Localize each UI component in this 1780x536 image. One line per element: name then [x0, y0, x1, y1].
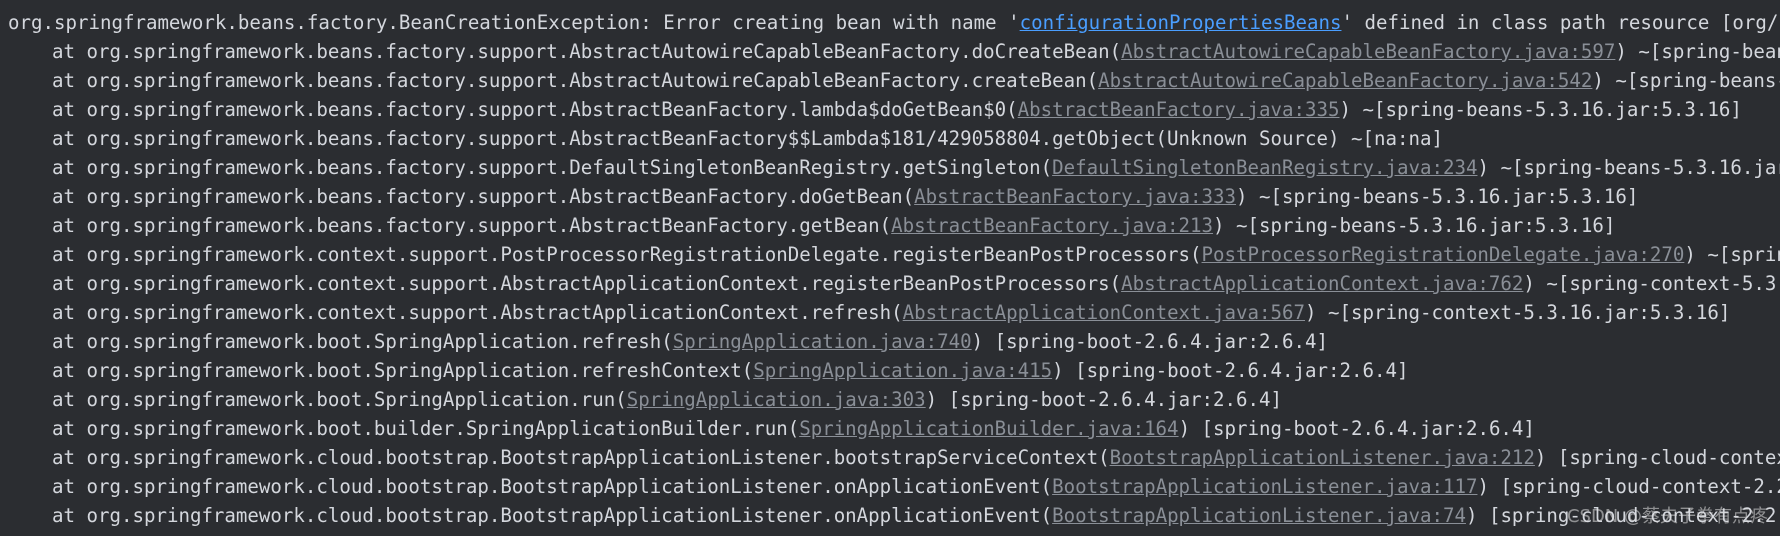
frame-tail: ) ~[spring-beans-5.3.16.jar:5.3.1: [1477, 156, 1780, 179]
frame-method: at org.springframework.boot.SpringApplic…: [52, 388, 627, 411]
source-link[interactable]: AbstractBeanFactory.java:335: [1018, 98, 1340, 121]
exception-header: org.springframework.beans.factory.BeanCr…: [8, 8, 1780, 37]
frame-method: at org.springframework.boot.SpringApplic…: [52, 330, 673, 353]
frame-method: at org.springframework.beans.factory.sup…: [52, 127, 1443, 150]
source-link[interactable]: BootstrapApplicationListener.java:212: [1110, 446, 1535, 469]
source-link[interactable]: SpringApplicationBuilder.java:164: [799, 417, 1178, 440]
frame-tail: ) ~[spring-cont: [1684, 243, 1780, 266]
csdn-watermark: CSDN @蔡夫子拳有点疼: [1566, 506, 1768, 527]
frame-method: at org.springframework.context.support.P…: [52, 243, 1202, 266]
frame-method: at org.springframework.boot.builder.Spri…: [52, 417, 800, 440]
frame-method: at org.springframework.context.support.A…: [52, 301, 903, 324]
stack-frame: at org.springframework.cloud.bootstrap.B…: [8, 501, 1780, 530]
source-link[interactable]: DefaultSingletonBeanRegistry.java:234: [1052, 156, 1477, 179]
source-link[interactable]: BootstrapApplicationListener.java:74: [1052, 504, 1466, 527]
source-link[interactable]: SpringApplication.java:740: [673, 330, 972, 353]
stack-frame: at org.springframework.beans.factory.sup…: [8, 66, 1780, 95]
console-output: org.springframework.beans.factory.BeanCr…: [0, 0, 1780, 536]
stack-frame: at org.springframework.boot.SpringApplic…: [8, 327, 1328, 356]
frame-method: at org.springframework.beans.factory.sup…: [52, 40, 1122, 63]
frame-tail: ) ~[spring-beans-5.3.16.jar:5.3.16]: [1213, 214, 1616, 237]
frame-tail: ) [spring-boot-2.6.4.jar:2.6.4]: [1178, 417, 1535, 440]
source-link[interactable]: AbstractAutowireCapableBeanFactory.java:…: [1121, 40, 1615, 63]
exception-message: org.springframework.beans.factory.BeanCr…: [8, 11, 1020, 34]
frame-tail: ) ~[spring-context-5.3.16.jar:5.3.16]: [1305, 301, 1731, 324]
frame-method: at org.springframework.beans.factory.sup…: [52, 98, 1018, 121]
frame-method: at org.springframework.cloud.bootstrap.B…: [52, 446, 1110, 469]
frame-tail: ) [spring-boot-2.6.4.jar:2.6.4]: [971, 330, 1329, 353]
source-link[interactable]: AbstractBeanFactory.java:213: [891, 214, 1213, 237]
source-link[interactable]: AbstractApplicationContext.java:567: [903, 301, 1305, 324]
stack-frame: at org.springframework.beans.factory.sup…: [8, 211, 1615, 240]
frame-method: at org.springframework.beans.factory.sup…: [52, 69, 1099, 92]
bean-name-link[interactable]: configurationPropertiesBeans: [1020, 11, 1342, 34]
frame-tail: ) ~[spring-beans-5.3.16.jar:5.3.16]: [1236, 185, 1639, 208]
frame-tail: ) [spring-boot-2.6.4.jar:2.6.4]: [1052, 359, 1409, 382]
stack-frame: at org.springframework.context.support.A…: [8, 269, 1780, 298]
frame-method: at org.springframework.context.support.A…: [52, 272, 1122, 295]
stack-frame: at org.springframework.beans.factory.sup…: [8, 182, 1638, 211]
source-link[interactable]: AbstractBeanFactory.java:333: [914, 185, 1236, 208]
stack-frame: at org.springframework.boot.SpringApplic…: [8, 385, 1282, 414]
source-link[interactable]: SpringApplication.java:415: [753, 359, 1052, 382]
frame-tail: ) [spring-cloud-context-2.2.: [1534, 446, 1780, 469]
frame-tail: ) [spring-boot-2.6.4.jar:2.6.4]: [925, 388, 1283, 411]
frame-method: at org.springframework.cloud.bootstrap.B…: [52, 475, 1053, 498]
frame-method: at org.springframework.cloud.bootstrap.B…: [52, 504, 1053, 527]
stack-frame: at org.springframework.boot.builder.Spri…: [8, 414, 1535, 443]
source-link[interactable]: BootstrapApplicationListener.java:117: [1052, 475, 1477, 498]
source-link[interactable]: SpringApplication.java:303: [627, 388, 926, 411]
stack-frame: at org.springframework.beans.factory.sup…: [8, 124, 1443, 153]
frame-method: at org.springframework.boot.SpringApplic…: [52, 359, 754, 382]
exception-message-suffix: ' defined in class path resource [org/sp…: [1341, 11, 1780, 34]
frame-method: at org.springframework.beans.factory.sup…: [52, 185, 915, 208]
frame-tail: ) ~[spring-beans-5.3.16.jar:5.3.16]: [1339, 98, 1742, 121]
stack-frame: at org.springframework.beans.factory.sup…: [8, 95, 1742, 124]
stack-frame: at org.springframework.beans.factory.sup…: [8, 153, 1780, 182]
stack-frame: at org.springframework.boot.SpringApplic…: [8, 356, 1408, 385]
stack-frame: at org.springframework.cloud.bootstrap.B…: [8, 443, 1780, 472]
frame-tail: ) ~[spring-context-5.3.16.jar: [1523, 272, 1780, 295]
frame-tail: ) ~[spring-beans-5.3.16: [1592, 69, 1780, 92]
source-link[interactable]: AbstractAutowireCapableBeanFactory.java:…: [1098, 69, 1592, 92]
stack-frame: at org.springframework.cloud.bootstrap.B…: [8, 472, 1780, 501]
frame-tail: ) ~[spring-beans-5.3.: [1615, 40, 1780, 63]
stack-frame: at org.springframework.beans.factory.sup…: [8, 37, 1780, 66]
frame-method: at org.springframework.beans.factory.sup…: [52, 156, 1053, 179]
frame-method: at org.springframework.beans.factory.sup…: [52, 214, 892, 237]
stack-frame: at org.springframework.context.support.A…: [8, 298, 1730, 327]
source-link[interactable]: AbstractApplicationContext.java:762: [1121, 272, 1523, 295]
source-link[interactable]: PostProcessorRegistrationDelegate.java:2…: [1202, 243, 1685, 266]
stack-frame: at org.springframework.context.support.P…: [8, 240, 1780, 269]
frame-tail: ) [spring-cloud-context-2.2.9.REL: [1477, 475, 1780, 498]
